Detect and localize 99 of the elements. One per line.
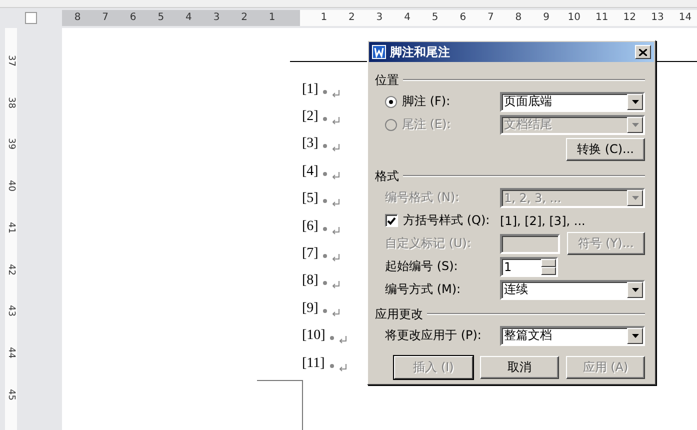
space-mark-icon [323,144,328,148]
ruler-number: 41 [5,220,17,236]
space-mark-icon [323,308,328,313]
paragraph-return-icon [332,308,340,317]
space-mark-icon [323,90,328,94]
start-number-spinner[interactable]: 1 [500,256,558,276]
space-mark-icon [330,364,334,368]
section-heading: 位置 [375,72,399,88]
dropdown-arrow-icon [632,288,638,292]
ruler-number: 5 [430,11,440,25]
footnote-number: [3] [302,136,318,152]
footnote-number: [7] [302,246,318,262]
space-mark-icon [323,172,328,176]
tab-stop-selector[interactable] [25,12,37,24]
dialog-button[interactable]: 取消 [480,356,559,379]
space-mark-icon [323,199,328,204]
field-label: 编号格式 (N): [385,189,460,206]
dropdown-field[interactable]: 页面底端 [500,92,645,112]
section-heading: 格式 [375,168,399,184]
footnote-number: [11] [302,356,325,372]
footnote-number: [1] [302,82,318,98]
field-label: 起始编号 (S): [385,258,458,275]
ruler-number: 39 [5,137,17,152]
ruler-number: 7 [101,11,110,25]
paragraph-return-icon [332,144,340,152]
ruler-number: 40 [5,179,17,194]
ruler-number: 11 [594,11,610,25]
space-mark-icon [330,336,334,340]
dropdown-arrow-icon [632,196,638,200]
dialog-button: 插入 (I) [394,356,473,379]
dialog-title: 脚注和尾注 [390,44,451,60]
ruler-number: 3 [212,11,221,25]
field-label: 将更改应用于 (P): [385,327,482,344]
close-button[interactable] [635,45,651,59]
space-mark-icon [323,226,328,231]
paragraph-return-icon [332,90,340,98]
bracket-style-preview: [1], [2], [3], ... [500,214,586,228]
ruler-number: 37 [5,54,17,69]
dropdown-arrow-icon [632,122,638,126]
ruler-number: 4 [184,11,193,25]
checkbox[interactable] [385,214,398,227]
paragraph-return-icon [338,364,347,372]
paragraph-return-icon [332,117,340,126]
ruler-number: 3 [375,11,384,25]
paragraph-return-icon [332,226,340,235]
margin-corner-mark [257,380,303,430]
radio-label: 尾注 (E): [402,116,451,133]
ruler-number: 5 [156,11,166,25]
paragraph-return-icon [332,172,340,180]
ruler-number: 4 [403,11,412,25]
radio-label: 脚注 (F): [402,93,450,110]
checkbox-label: 方括号样式 (Q): [403,212,490,229]
footnote-number: [9] [302,300,318,317]
close-icon [639,48,647,56]
ruler-number: 6 [458,11,468,25]
ruler-number: 6 [128,11,138,25]
footnote-number: [10] [302,328,326,344]
ruler-number: 13 [650,11,665,25]
ruler-number: 2 [240,11,248,25]
ruler-number: 38 [5,96,17,110]
field-label: 自定义标记 (U): [385,235,472,252]
ruler-number: 8 [73,11,82,25]
ruler-number: 1 [268,11,276,25]
ruler-number: 42 [5,262,17,277]
dropdown-arrow-icon [632,100,638,104]
dialog-button: 应用 (A) [566,356,645,379]
dropdown-field[interactable]: 连续 [500,280,645,300]
ruler-number: 1 [320,11,328,25]
section-heading: 应用更改 [375,306,423,322]
radio-button[interactable] [385,96,397,108]
ruler-number: 14 [678,11,693,25]
dropdown-field: 文档结尾 [500,114,645,134]
ruler-number: 7 [486,11,495,25]
paragraph-return-icon [332,254,340,262]
dropdown-field[interactable]: 整篇文档 [500,326,645,346]
ruler-number: 10 [566,11,582,25]
ruler-number: 43 [5,304,17,319]
paragraph-return-icon [339,336,348,344]
space-mark-icon [323,117,328,122]
ruler-number: 8 [514,11,523,25]
footnote-number: [6] [302,218,318,235]
convert-button[interactable]: 转换 (C)... [566,138,645,161]
ruler-number: 12 [622,11,638,25]
footnote-number: [5] [302,191,318,208]
ruler-number: 2 [348,11,356,25]
paragraph-return-icon [332,199,340,208]
app-logo-icon [372,45,386,59]
space-mark-icon [323,281,328,286]
ruler-number: 44 [5,346,17,360]
footnote-number: [2] [302,109,318,126]
paragraph-return-icon [332,281,340,290]
ruler-number: 45 [5,388,17,402]
dropdown-arrow-icon [632,334,638,338]
footnote-number: [8] [302,273,318,290]
space-mark-icon [323,254,328,258]
field-label: 编号方式 (M): [385,281,461,298]
dropdown-field: 1, 2, 3, ... [500,188,645,208]
footnote-number: [4] [302,164,318,180]
ruler-number: 9 [542,11,550,25]
